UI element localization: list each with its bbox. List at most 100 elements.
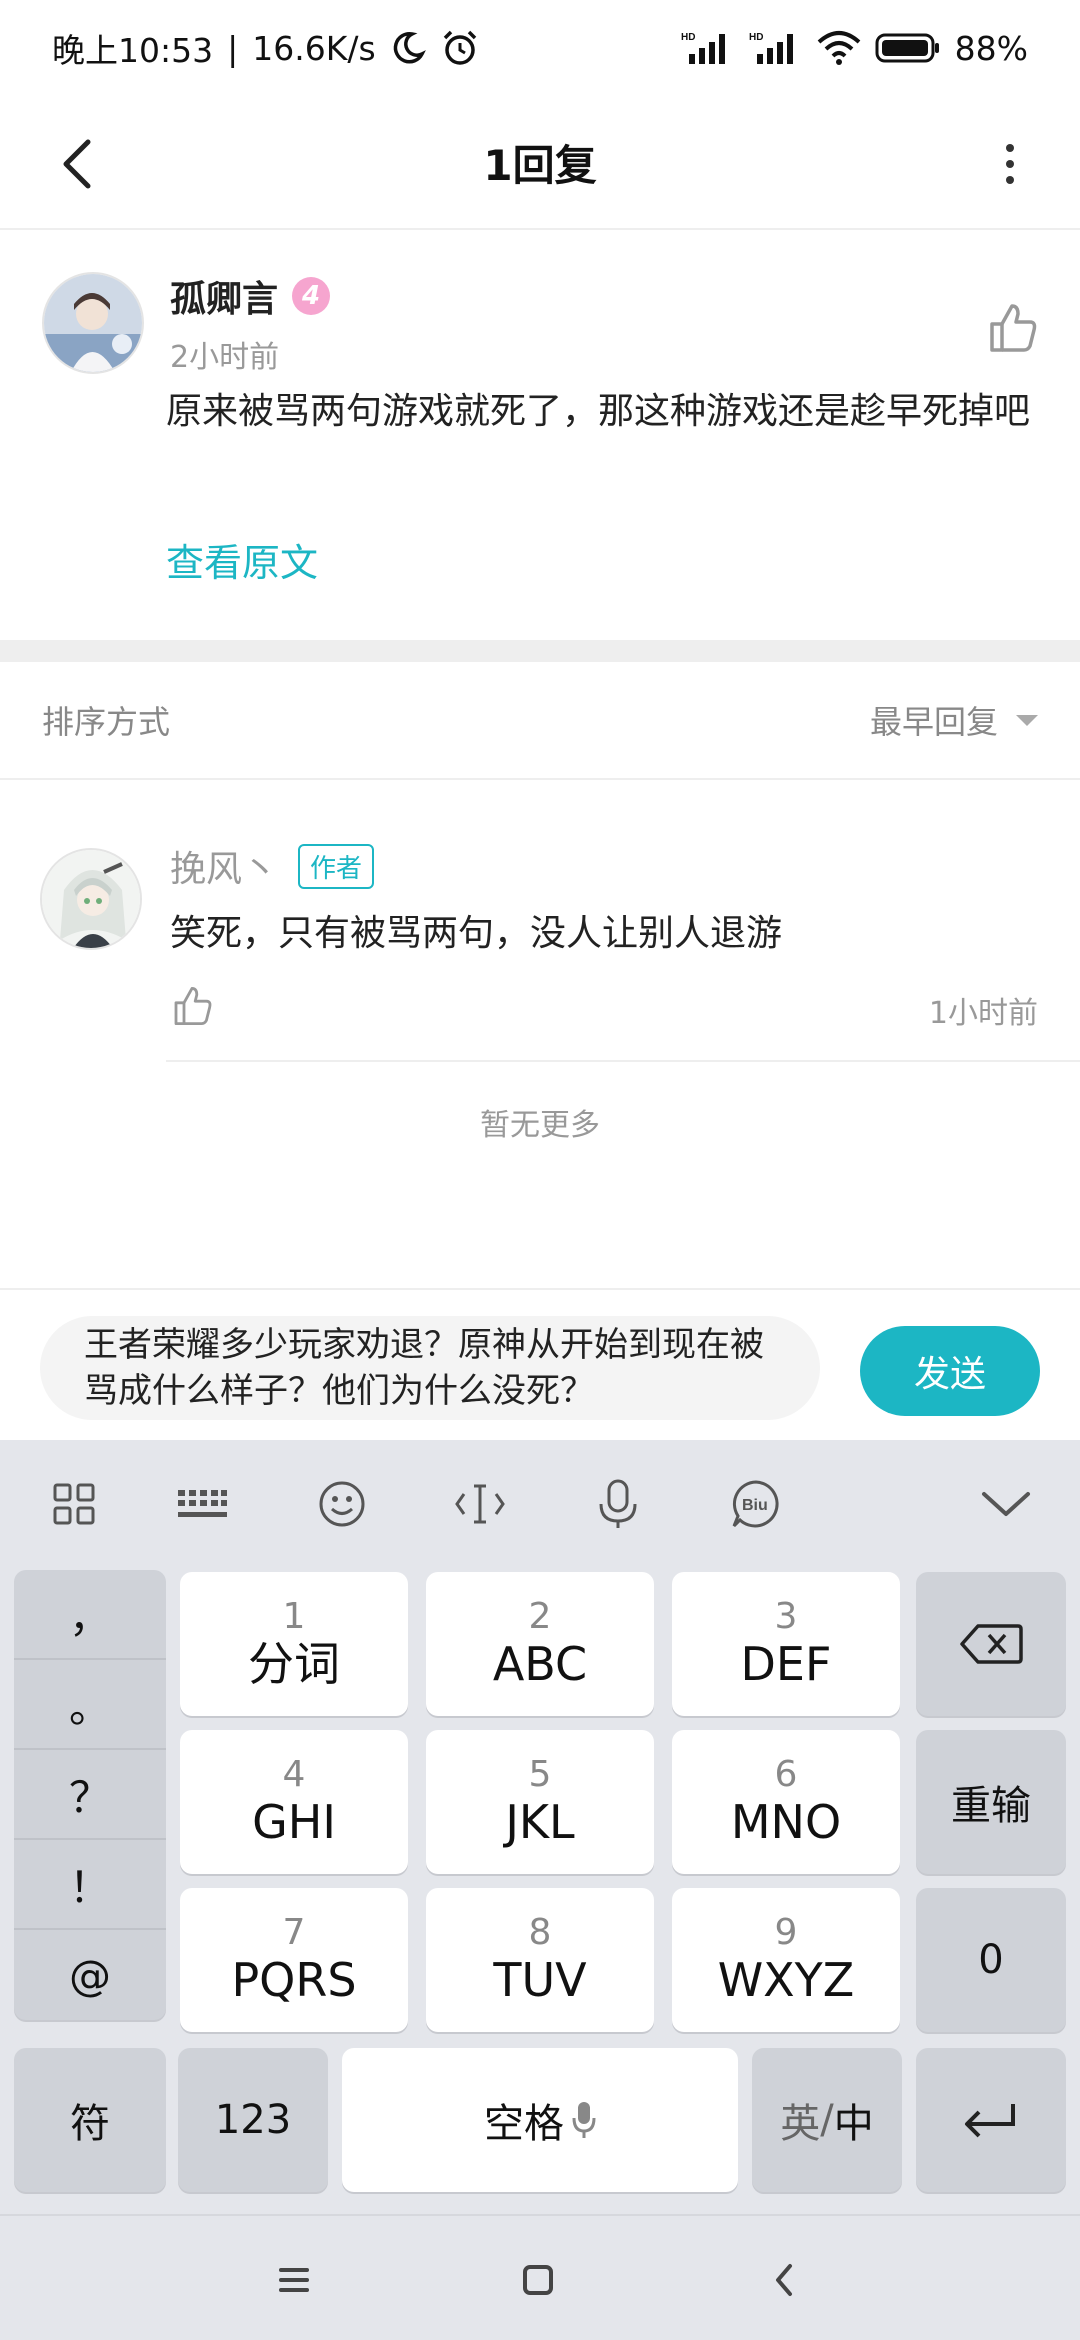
punct-exclaim[interactable]: ！ bbox=[14, 1840, 166, 1930]
signal-hd-icon-2: HD bbox=[749, 30, 803, 66]
lang-zh: 中 bbox=[833, 2101, 874, 2147]
language-switch-key[interactable]: 英 / 中 bbox=[752, 2048, 902, 2192]
svg-text:HD: HD bbox=[749, 32, 763, 43]
key-num: 2 bbox=[528, 1596, 552, 1637]
punct-period[interactable]: 。 bbox=[14, 1660, 166, 1750]
symbol-key[interactable]: 符 bbox=[14, 2048, 166, 2192]
home-nav-button[interactable] bbox=[506, 2248, 570, 2312]
key-4[interactable]: 4 GHI bbox=[180, 1730, 408, 1874]
biu-icon[interactable]: Biu bbox=[726, 1474, 786, 1534]
grid-icon[interactable] bbox=[44, 1474, 104, 1534]
wifi-icon bbox=[817, 30, 861, 66]
moon-icon bbox=[390, 30, 426, 66]
punctuation-column[interactable]: ， 。 ？ ！ @ bbox=[14, 1570, 166, 2020]
key-num: 6 bbox=[774, 1754, 798, 1795]
reinput-key[interactable]: 重输 bbox=[916, 1730, 1066, 1874]
key-2[interactable]: 2 ABC bbox=[426, 1572, 654, 1716]
key-num: 5 bbox=[528, 1754, 552, 1795]
back-button[interactable] bbox=[38, 124, 118, 204]
sort-dropdown[interactable]: 最早回复 bbox=[870, 697, 1038, 743]
cursor-icon[interactable] bbox=[450, 1474, 510, 1534]
reply-input[interactable]: 王者荣耀多少玩家劝退？原神从开始到现在被骂成什么样子？他们为什么没死？ bbox=[40, 1316, 820, 1420]
key-8[interactable]: 8 TUV bbox=[426, 1888, 654, 2032]
key-3[interactable]: 3 DEF bbox=[672, 1572, 900, 1716]
page-title: 1回复 bbox=[483, 140, 597, 190]
level-badge: 4 bbox=[292, 277, 331, 315]
symbol-label: 符 bbox=[70, 2101, 110, 2147]
avatar-image bbox=[42, 850, 140, 948]
key-1[interactable]: 1 分词 bbox=[180, 1572, 408, 1716]
backspace-icon bbox=[960, 1624, 1023, 1664]
collapse-icon[interactable] bbox=[976, 1474, 1036, 1534]
no-more-text: 暂无更多 bbox=[480, 1108, 600, 1143]
key-letters: GHI bbox=[252, 1795, 336, 1849]
reply-like-button[interactable] bbox=[168, 982, 216, 1030]
key-5[interactable]: 5 JKL bbox=[426, 1730, 654, 1874]
key-num: 3 bbox=[774, 1596, 798, 1637]
avatar[interactable] bbox=[42, 272, 144, 374]
emoji-icon[interactable] bbox=[312, 1474, 372, 1534]
number-mode-key[interactable]: 123 bbox=[178, 2048, 328, 2192]
send-button[interactable]: 发送 bbox=[860, 1326, 1040, 1416]
key-letters: MNO bbox=[730, 1795, 842, 1849]
comment-text: 原来被骂两句游戏就死了，那这种游戏还是趁早死掉吧 bbox=[166, 391, 1031, 432]
punct-comma[interactable]: ， bbox=[14, 1570, 166, 1660]
comment-time: 2小时前 bbox=[170, 340, 280, 375]
original-comment: 孤卿言 4 2小时前 原来被骂两句游戏就死了，那这种游戏还是趁早死掉吧 查看原文 bbox=[0, 230, 1080, 640]
lang-slash: / bbox=[820, 2097, 834, 2143]
sort-selected: 最早回复 bbox=[869, 703, 998, 741]
status-time: 晚上10:53 bbox=[52, 31, 214, 70]
status-left: 晚上10:53 | 16.6K/s bbox=[52, 24, 480, 72]
key-letters: PQRS bbox=[231, 1953, 357, 2007]
microphone-small-icon bbox=[572, 2102, 596, 2138]
status-sep: | bbox=[227, 28, 239, 68]
reply-time: 1小时前 bbox=[928, 996, 1038, 1031]
reply-username[interactable]: 挽风丶 bbox=[170, 840, 278, 892]
caret-down-icon bbox=[1016, 714, 1038, 726]
reply-name-row: 挽风丶 作者 bbox=[170, 840, 375, 892]
back-nav-button[interactable] bbox=[752, 2248, 816, 2312]
enter-key[interactable] bbox=[916, 2048, 1066, 2192]
composer-bar: 王者荣耀多少玩家劝退？原神从开始到现在被骂成什么样子？他们为什么没死？ 发送 bbox=[0, 1288, 1080, 1440]
signal-hd-icon: HD bbox=[681, 30, 735, 66]
menu-icon bbox=[279, 2268, 309, 2292]
zero-label: 0 bbox=[978, 1937, 1004, 1983]
more-button[interactable] bbox=[970, 124, 1050, 204]
original-name-row: 孤卿言 4 bbox=[170, 270, 331, 322]
microphone-icon[interactable] bbox=[588, 1474, 648, 1534]
status-bar: 晚上10:53 | 16.6K/s HD HD 88% bbox=[0, 0, 1080, 96]
back-nav-icon bbox=[776, 2264, 792, 2296]
key-num: 7 bbox=[282, 1912, 306, 1953]
space-label: 空格 bbox=[484, 2101, 564, 2147]
punct-at[interactable]: @ bbox=[14, 1930, 166, 2020]
like-button[interactable] bbox=[982, 298, 1042, 358]
key-7[interactable]: 7 PQRS bbox=[180, 1888, 408, 2032]
avatar-image bbox=[44, 274, 142, 372]
key-9[interactable]: 9 WXYZ bbox=[672, 1888, 900, 2032]
more-vertical-icon bbox=[1006, 144, 1014, 184]
key-letters: ABC bbox=[492, 1637, 588, 1691]
system-nav-bar bbox=[0, 2214, 1080, 2340]
backspace-key[interactable] bbox=[916, 1572, 1066, 1716]
key-0[interactable]: 0 bbox=[916, 1888, 1066, 2032]
menu-nav-button[interactable] bbox=[262, 2248, 326, 2312]
reply-text: 笑死，只有被骂两句，没人让别人退游 bbox=[170, 913, 783, 954]
reinput-label: 重输 bbox=[951, 1783, 1031, 1829]
keyboard-toolbar: Biu bbox=[0, 1440, 1080, 1566]
key-num: 8 bbox=[528, 1912, 552, 1953]
punct-question[interactable]: ？ bbox=[14, 1750, 166, 1840]
key-letters: DEF bbox=[740, 1637, 832, 1691]
view-original-link[interactable]: 查看原文 bbox=[166, 532, 318, 587]
status-right: HD HD 88% bbox=[681, 29, 1028, 68]
author-badge: 作者 bbox=[298, 843, 375, 889]
battery-icon bbox=[875, 32, 941, 64]
keyboard-icon[interactable] bbox=[172, 1474, 232, 1534]
key-6[interactable]: 6 MNO bbox=[672, 1730, 900, 1874]
username[interactable]: 孤卿言 bbox=[170, 270, 278, 322]
header: 1回复 bbox=[0, 96, 1080, 230]
lang-en: 英 bbox=[780, 2101, 821, 2147]
space-key[interactable]: 空格 bbox=[342, 2048, 738, 2192]
key-letters: JKL bbox=[505, 1795, 575, 1849]
avatar[interactable] bbox=[40, 848, 142, 950]
home-square-icon bbox=[523, 2265, 553, 2295]
